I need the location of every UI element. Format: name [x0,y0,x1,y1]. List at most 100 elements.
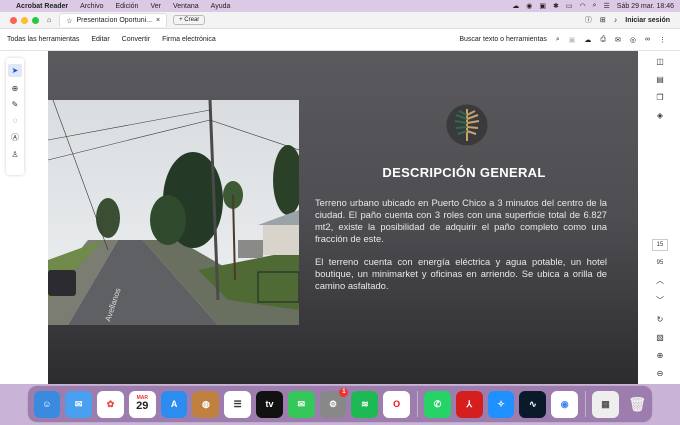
search-icon[interactable]: ⌕ [556,36,560,44]
opera-icon[interactable]: O [383,390,411,418]
calendar-day: 29 [136,400,149,412]
clock-text[interactable]: Sáb 29 mar. 18:46 [617,3,674,10]
more-icon[interactable]: ⋮ [659,36,666,44]
minimize-window-button[interactable] [21,16,28,24]
pen-icon[interactable]: ✎ [12,100,19,109]
voice-memos-icon[interactable]: ∿ [519,390,547,418]
tabbar-actions: ⓘ ⊞ ♪ Iniciar sesión [585,15,680,25]
description-paragraph-1: Terreno urbano ubicado en Puerto Chico a… [315,197,607,244]
cloud-icon[interactable]: ☁ [512,2,519,10]
macos-dock: ☺ ✉ ✿ MAR 29 A ◍ ☰ tv ✉ ⚙ 1 ≋ O ✆ ⅄ ✧ ∿ ◉… [27,385,653,423]
zoom-in-icon[interactable]: ⊕ [657,351,664,360]
menu-app-name[interactable]: Acrobat Reader [16,3,68,10]
macos-menubar: Acrobat Reader Archivo Edición Ver Venta… [0,0,680,12]
menu-edicion[interactable]: Edición [115,3,138,10]
close-tab-icon[interactable]: × [156,17,160,24]
search-icon[interactable]: ⌕ [593,2,597,10]
tool-all-tools[interactable]: Todas las herramientas [7,36,79,43]
menu-ventana[interactable]: Ventana [173,3,199,10]
zoom-out-icon[interactable]: ⊖ [657,369,664,378]
chevron-down-icon[interactable]: ﹀ [656,295,664,306]
page-total: 95 [656,260,664,266]
search-tools-label[interactable]: Buscar texto o herramientas [459,36,547,43]
thumbnails-icon[interactable]: ▤ [656,75,664,84]
tool-esign[interactable]: Firma electrónica [162,36,216,43]
tv-label: tv [265,399,274,409]
bluetooth-icon[interactable]: ✱ [553,2,559,10]
link-icon[interactable]: ∞ [645,36,650,43]
lasso-icon[interactable]: ◌ [13,116,18,125]
calendar-icon[interactable]: MAR 29 [128,390,156,418]
zoom-window-button[interactable] [32,16,39,24]
document-page: Avellanos DESCRIPCIÓN GENERAL Terreno ur… [48,51,638,384]
star-icon[interactable]: ☆ [66,17,72,25]
location-icon[interactable]: ◉ [526,2,532,10]
close-window-button[interactable] [10,16,17,24]
wifi-icon[interactable]: ◠ [579,2,585,10]
tab-bar: ⌂ ☆ Presentacion Oportuni... × + Crear ⓘ… [0,12,680,29]
whatsapp-icon[interactable]: ✆ [424,390,451,418]
apple-tv-icon[interactable]: tv [256,390,283,418]
left-tool-rail: ➤ ⊕ ✎ ◌ Ⓐ ♙ [6,58,24,175]
tab-title: Presentacion Oportuni... [76,17,153,24]
window-controls [10,16,39,24]
downloads-folder-icon[interactable]: ▦ [592,390,619,418]
text-box-icon[interactable]: Ⓐ [11,132,19,143]
street-photo: Avellanos [48,100,299,325]
chrome-icon[interactable]: ◉ [551,390,579,418]
layers-icon[interactable]: ◈ [657,111,663,120]
comment-icon[interactable]: ◫ [656,57,664,66]
tool-convert[interactable]: Convertir [122,36,150,43]
trash-icon[interactable]: 🗑 [624,391,651,418]
ai-assistant-icon[interactable]: ◎ [630,36,636,44]
app-store-icon[interactable]: A [160,390,188,418]
tree-logo-icon [445,103,489,147]
tool-edit[interactable]: Editar [91,36,109,43]
mail-app-icon[interactable]: ✉ [65,390,93,418]
chevron-up-icon[interactable]: ︿ [656,275,664,286]
dock-separator [416,391,418,417]
right-rail: ◫ ▤ ❐ ◈ 15 95 ︿ ﹀ ↻ ▧ ⊕ ⊖ [640,51,680,384]
stamp-icon[interactable]: ♙ [11,150,18,159]
zoom-icon[interactable]: ⊕ [12,84,19,93]
photos-icon[interactable]: ✿ [97,390,124,418]
contacts-icon[interactable]: ◍ [192,390,220,418]
dock-separator [584,391,586,417]
system-settings-icon[interactable]: ⚙ 1 [319,387,349,418]
spotify-icon[interactable]: ≋ [351,390,379,418]
reminders-icon[interactable]: ☰ [224,390,252,418]
mail-icon[interactable]: ✉ [615,36,621,44]
messages-icon[interactable]: ✉ [287,390,315,418]
menu-ayuda[interactable]: Ayuda [211,3,231,10]
battery-icon[interactable]: ▭ [566,2,573,10]
signin-button[interactable]: Iniciar sesión [625,17,670,24]
save-icon[interactable]: ▣ [569,36,576,44]
select-cursor-icon[interactable]: ➤ [8,64,22,77]
control-center-icon[interactable]: ☰ [604,2,610,10]
upload-cloud-icon[interactable]: ☁ [584,36,591,44]
acrobat-icon[interactable]: ⅄ [455,390,483,418]
finder-icon[interactable]: ☺ [33,390,61,418]
toolbar-actions: Buscar texto o herramientas ⌕ ▣ ☁ ⎙ ✉ ◎ … [459,36,680,44]
page-title: DESCRIPCIÓN GENERAL [382,165,546,180]
grid-icon[interactable]: ⊞ [600,16,606,24]
safari-icon[interactable]: ✧ [487,390,515,418]
tab-document[interactable]: ☆ Presentacion Oportuni... × [59,13,168,27]
copy-icon[interactable]: ❐ [656,93,663,102]
notification-badge: 1 [339,387,349,397]
bell-icon[interactable]: ♪ [614,17,618,24]
description-paragraph-2: El terreno cuenta con energía eléctrica … [315,256,607,291]
page-fit-icon[interactable]: ▧ [656,333,664,342]
refresh-icon[interactable]: ↻ [657,315,664,324]
print-icon[interactable]: ⎙ [600,36,606,44]
help-icon[interactable]: ⓘ [585,15,592,25]
home-icon[interactable]: ⌂ [47,17,51,24]
menu-ver[interactable]: Ver [150,3,161,10]
page-number-box[interactable]: 15 [652,239,668,251]
tooltip-icon[interactable]: ▣ [539,2,546,10]
street-photo-image: Avellanos [48,100,299,325]
create-button[interactable]: + Crear [173,15,206,25]
menu-archivo[interactable]: Archivo [80,3,103,10]
main-toolbar: Todas las herramientas Editar Convertir … [0,29,680,51]
status-icons: ☁ ◉ ▣ ✱ ▭ ◠ ⌕ ☰ Sáb 29 mar. 18:46 [512,2,674,10]
